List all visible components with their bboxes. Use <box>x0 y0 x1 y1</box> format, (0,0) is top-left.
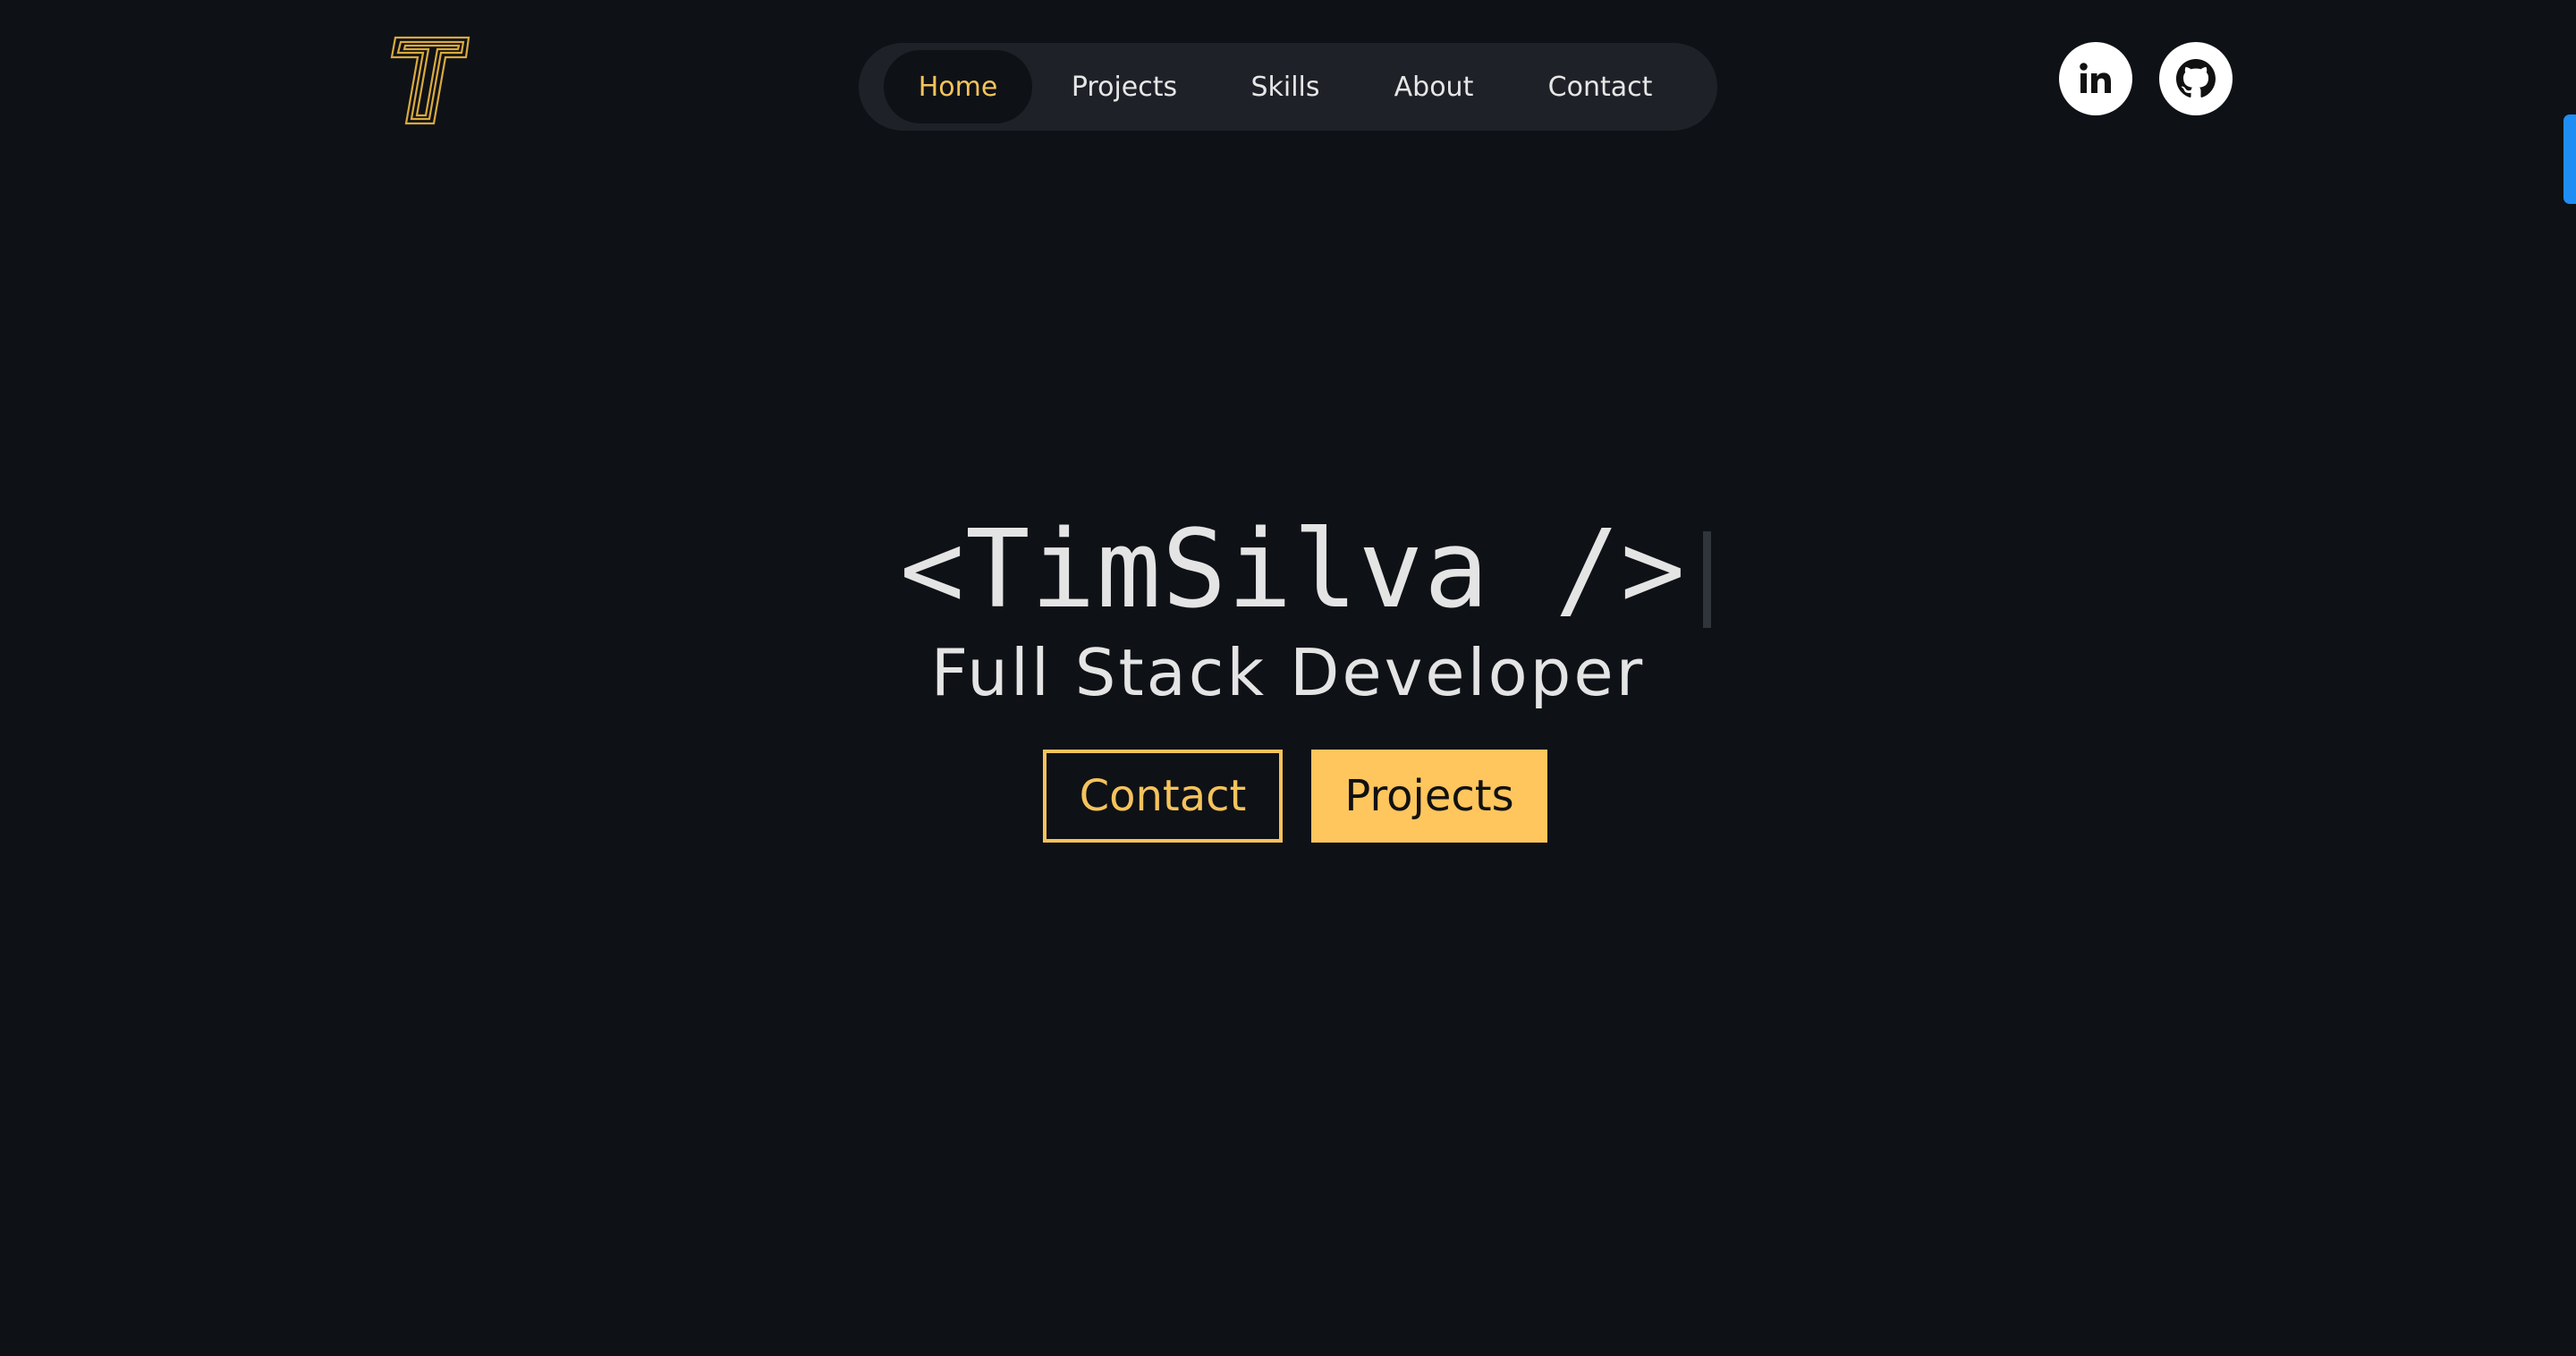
portfolio-page: Home Projects Skills About Contact <TimS… <box>0 0 2576 1356</box>
nav-item-contact[interactable]: Contact <box>1513 50 1687 123</box>
nav-item-about[interactable]: About <box>1354 50 1513 123</box>
nav-item-home[interactable]: Home <box>884 50 1032 123</box>
contact-button[interactable]: Contact <box>1043 750 1283 843</box>
github-icon <box>2176 59 2216 97</box>
typing-cursor <box>1703 531 1711 628</box>
linkedin-button[interactable] <box>2059 42 2132 115</box>
nav-item-skills[interactable]: Skills <box>1216 50 1354 123</box>
projects-button[interactable]: Projects <box>1311 750 1547 843</box>
hero-subtitle: Full Stack Developer <box>930 635 1646 710</box>
scrollbar-thumb[interactable] <box>2563 114 2576 204</box>
linkedin-icon <box>2080 63 2111 93</box>
hero-title: <TimSilva /> <box>900 508 1686 632</box>
nav-item-projects[interactable]: Projects <box>1032 50 1216 123</box>
github-button[interactable] <box>2159 42 2233 115</box>
t-outline-logo-icon[interactable] <box>390 34 470 127</box>
main-nav: Home Projects Skills About Contact <box>859 43 1717 131</box>
